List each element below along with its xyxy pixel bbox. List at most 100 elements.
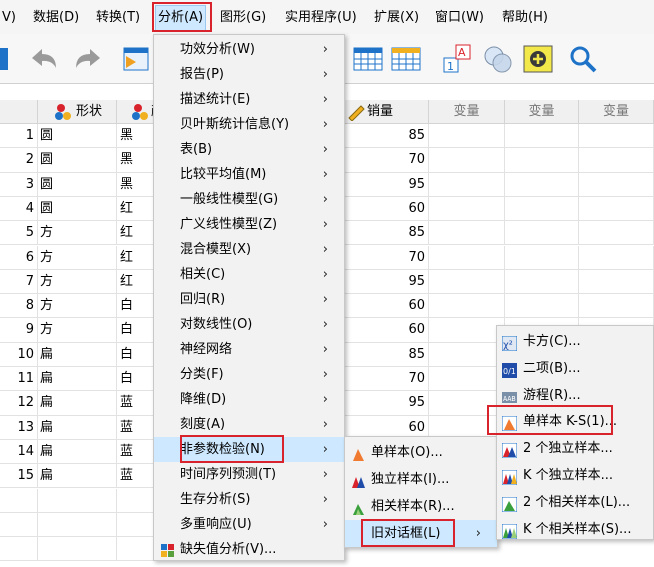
cell-empty[interactable]	[579, 269, 654, 295]
goto-case-button[interactable]	[118, 42, 154, 76]
menu-transform[interactable]: 转换(T)	[96, 9, 140, 27]
analyze-menu-item[interactable]: 描述统计(E) ›	[154, 87, 344, 112]
analyze-menu-item[interactable]: 刻度(A) ›	[154, 412, 344, 437]
cell-empty[interactable]	[579, 245, 654, 270]
cell-shape[interactable]: 扁	[38, 464, 117, 489]
table-icon-button-1[interactable]	[350, 42, 386, 76]
row-number[interactable]: 8	[0, 294, 38, 319]
cell-empty[interactable]	[505, 269, 579, 295]
cell-color[interactable]: 蓝	[117, 464, 157, 489]
legacy-dialog-menu-item[interactable]: 0/1 二项(B)...	[497, 355, 653, 382]
cell-empty[interactable]	[579, 124, 654, 149]
cell-empty[interactable]	[429, 148, 505, 173]
cell-empty[interactable]	[0, 537, 38, 562]
cell-shape[interactable]: 圆	[38, 172, 117, 197]
cell-color[interactable]: 白	[117, 342, 157, 367]
cell-color[interactable]: 黑	[117, 148, 157, 173]
cell-shape[interactable]: 圆	[38, 196, 117, 222]
cell-color[interactable]: 红	[117, 245, 157, 270]
analyze-menu-item[interactable]: 多重响应(U) ›	[154, 512, 344, 537]
column-header-sales[interactable]: 销量	[343, 100, 429, 124]
cell-color[interactable]: 白	[117, 318, 157, 343]
row-number[interactable]: 13	[0, 415, 38, 440]
cell-empty[interactable]	[429, 269, 505, 295]
analyze-menu-item[interactable]: 回归(R) ›	[154, 287, 344, 312]
column-header-color[interactable]: 颜	[117, 100, 164, 124]
cell-empty[interactable]	[38, 512, 117, 538]
table-icon-button-2[interactable]	[388, 42, 424, 76]
cell-empty[interactable]	[117, 512, 157, 538]
row-number[interactable]: 5	[0, 221, 38, 246]
cell-shape[interactable]: 方	[38, 221, 117, 246]
row-number[interactable]: 15	[0, 464, 38, 489]
row-number[interactable]: 3	[0, 172, 38, 197]
cell-empty[interactable]	[429, 391, 505, 416]
cell-empty[interactable]	[505, 148, 579, 173]
row-number[interactable]: 4	[0, 196, 38, 222]
cell-shape[interactable]: 方	[38, 269, 117, 295]
cell-shape[interactable]: 扁	[38, 415, 117, 440]
cell-shape[interactable]: 扁	[38, 367, 117, 392]
cell-sales[interactable]: 85	[343, 221, 429, 246]
cell-empty[interactable]	[579, 221, 654, 246]
analyze-menu-item[interactable]: 报告(P) ›	[154, 62, 344, 87]
analyze-menu-item[interactable]: 混合模型(X) ›	[154, 237, 344, 262]
analyze-menu-item[interactable]: 功效分析(W) ›	[154, 37, 344, 62]
cell-shape[interactable]: 圆	[38, 124, 117, 149]
cell-color[interactable]: 红	[117, 221, 157, 246]
cell-empty[interactable]	[429, 196, 505, 222]
cell-empty[interactable]	[505, 221, 579, 246]
cell-sales[interactable]: 85	[343, 124, 429, 149]
undo-button[interactable]	[26, 42, 62, 76]
column-header-shape[interactable]: 形状	[38, 100, 117, 124]
row-number[interactable]: 1	[0, 124, 38, 149]
cell-shape[interactable]: 扁	[38, 439, 117, 465]
legacy-dialog-menu-item[interactable]: K 个独立样本...	[497, 462, 653, 489]
cell-empty[interactable]	[579, 196, 654, 222]
legacy-dialog-menu-item[interactable]: 单样本 K-S(1)...	[497, 408, 653, 435]
cell-sales[interactable]: 60	[343, 196, 429, 222]
cell-shape[interactable]: 扁	[38, 391, 117, 416]
analyze-menu-item[interactable]: 降维(D) ›	[154, 387, 344, 412]
cell-empty[interactable]	[429, 342, 505, 367]
cell-sales[interactable]: 95	[343, 391, 429, 416]
cell-sales[interactable]: 95	[343, 172, 429, 197]
analyze-menu-item[interactable]: 一般线性模型(G) ›	[154, 187, 344, 212]
cell-color[interactable]: 红	[117, 269, 157, 295]
cell-empty[interactable]	[579, 148, 654, 173]
analyze-menu-item[interactable]: 神经网络 ›	[154, 337, 344, 362]
analyze-menu-item[interactable]: 时间序列预测(T) ›	[154, 462, 344, 487]
column-header-var-3[interactable]: 变量	[579, 100, 654, 124]
cell-empty[interactable]	[38, 537, 117, 562]
cell-color[interactable]: 白	[117, 294, 157, 319]
analyze-menu-item[interactable]: 贝叶斯统计信息(Y) ›	[154, 112, 344, 137]
menu-extensions[interactable]: 扩展(X)	[374, 9, 419, 27]
cell-sales[interactable]: 95	[343, 269, 429, 295]
cell-color[interactable]: 黑	[117, 124, 157, 149]
analyze-menu-item[interactable]: 缺失值分析(V)...	[154, 537, 344, 562]
nonparametric-menu-item[interactable]: 独立样本(I)...	[345, 466, 497, 493]
cell-color[interactable]: 蓝	[117, 391, 157, 416]
column-header-var-2[interactable]: 变量	[505, 100, 579, 124]
cell-empty[interactable]	[429, 294, 505, 319]
cell-sales[interactable]: 70	[343, 148, 429, 173]
row-number[interactable]: 7	[0, 269, 38, 295]
cell-empty[interactable]	[505, 294, 579, 319]
cell-sales[interactable]: 60	[343, 294, 429, 319]
cell-empty[interactable]	[505, 245, 579, 270]
cell-empty[interactable]	[429, 221, 505, 246]
nonparametric-menu-item[interactable]: 旧对话框(L) ›	[345, 520, 497, 547]
nonparametric-menu-item[interactable]: 相关样本(R)...	[345, 493, 497, 520]
cell-shape[interactable]: 扁	[38, 342, 117, 367]
cell-empty[interactable]	[0, 488, 38, 513]
cell-empty[interactable]	[429, 245, 505, 270]
cell-empty[interactable]	[38, 488, 117, 513]
use-sets-button[interactable]	[480, 42, 516, 76]
row-number[interactable]: 11	[0, 367, 38, 392]
cell-empty[interactable]	[117, 537, 157, 562]
legacy-dialog-menu-item[interactable]: 2 个独立样本...	[497, 435, 653, 462]
cell-color[interactable]: 红	[117, 196, 157, 222]
row-number[interactable]: 6	[0, 245, 38, 270]
redo-button[interactable]	[70, 42, 106, 76]
analyze-menu-item[interactable]: 广义线性模型(Z) ›	[154, 212, 344, 237]
